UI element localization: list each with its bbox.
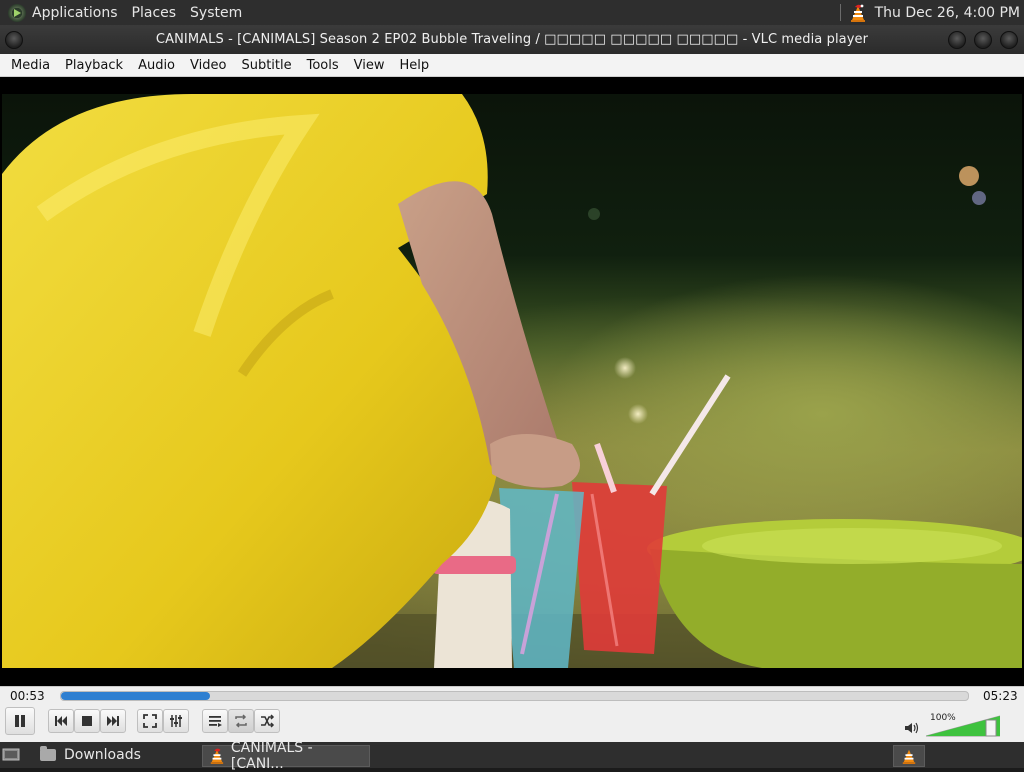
window-title: CANIMALS - [CANIMALS] Season 2 EP02 Bubb… [155,32,869,47]
pause-button[interactable] [5,707,35,735]
loop-button[interactable] [228,709,254,733]
shuffle-button[interactable] [254,709,280,733]
applications-menu[interactable]: Applications [32,5,118,21]
vlc-tray-icon[interactable] [849,3,867,23]
video-frame[interactable] [2,94,1022,668]
video-scene [2,94,1022,668]
top-panel-menus: Applications Places System [0,0,256,25]
controls-bar: 00:53 05:23 100% [0,686,1024,743]
top-panel: Applications Places System Thu Dec 26, 4… [0,0,1024,25]
play-triangle-icon [14,8,21,17]
panel-separator [839,4,841,21]
seek-progress-fill [61,692,210,700]
places-menu[interactable]: Places [132,5,177,21]
total-time[interactable]: 05:23 [983,689,1018,703]
shuffle-icon [261,714,275,728]
fullscreen-button[interactable] [137,709,163,733]
elapsed-time[interactable]: 00:53 [10,689,45,703]
close-button[interactable] [1000,31,1018,49]
speaker-icon[interactable] [904,721,920,735]
vlc-cone-icon [210,748,224,764]
loop-icon [235,714,247,728]
maximize-button[interactable] [974,31,992,49]
video-area[interactable] [0,77,1024,686]
workspace-switcher[interactable] [893,745,925,767]
taskbar-item-downloads[interactable]: Downloads [34,745,198,765]
skip-forward-icon [107,716,119,726]
fullscreen-icon [143,714,157,728]
minimize-button[interactable] [948,31,966,49]
system-menu[interactable]: System [190,5,242,21]
vlc-workspace-icon [902,749,916,764]
pause-icon [15,715,25,727]
distro-logo-icon[interactable] [8,3,26,22]
menu-video[interactable]: Video [190,58,226,73]
menu-audio[interactable]: Audio [138,58,175,73]
next-button[interactable] [100,709,126,733]
previous-button[interactable] [48,709,74,733]
menu-subtitle[interactable]: Subtitle [241,58,291,73]
folder-icon [40,746,56,761]
menu-view[interactable]: View [354,58,385,73]
playlist-icon [209,716,222,727]
extended-settings-button[interactable] [163,709,189,733]
skip-back-icon [55,716,67,726]
window-menu-button[interactable] [5,31,23,49]
bottom-panel: Downloads CANIMALS - [CANI... [0,740,1024,772]
volume-slider[interactable] [926,715,1000,737]
clock-area: Thu Dec 26, 4:00 PM [839,0,1020,25]
menubar: Media Playback Audio Video Subtitle Tool… [0,54,1024,77]
equalizer-icon [170,715,182,727]
stop-icon [82,716,92,726]
menu-tools[interactable]: Tools [307,58,339,73]
taskbar-item-vlc[interactable]: CANIMALS - [CANI... [202,740,370,772]
clock-text[interactable]: Thu Dec 26, 4:00 PM [875,5,1020,21]
stop-button[interactable] [74,709,100,733]
menu-help[interactable]: Help [400,58,430,73]
taskbar-item-label: CANIMALS - [CANI... [230,740,313,772]
seek-slider[interactable] [60,691,969,701]
menu-playback[interactable]: Playback [65,58,123,73]
taskbar-item-label: Downloads [64,747,141,763]
menu-media[interactable]: Media [11,58,50,73]
playlist-button[interactable] [202,709,228,733]
show-desktop-icon [2,748,20,761]
volume-handle[interactable] [985,719,997,737]
show-desktop-button[interactable] [2,745,24,765]
window-titlebar[interactable]: CANIMALS - [CANIMALS] Season 2 EP02 Bubb… [0,25,1024,54]
